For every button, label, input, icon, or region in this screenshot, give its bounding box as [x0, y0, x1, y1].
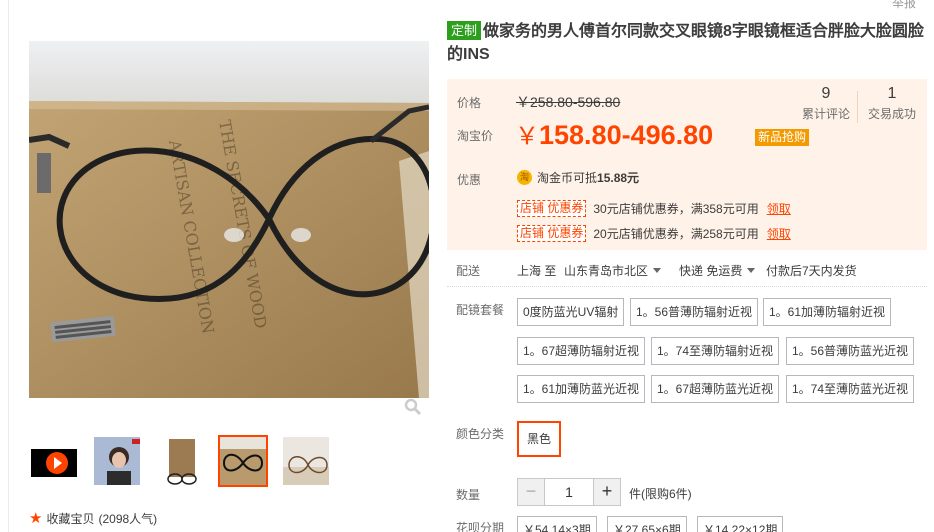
sku-option[interactable]: 0度防蓝光UV辐射 — [517, 298, 625, 326]
decrease-button[interactable]: − — [518, 479, 545, 505]
sku-option[interactable]: 1。67超薄防蓝光近视 — [651, 375, 780, 403]
sku-option[interactable]: 1。56普薄防辐射近视 — [630, 298, 759, 326]
installment-option[interactable]: ￥54.14×3期 — [517, 516, 597, 532]
package-label: 配镜套餐 — [456, 303, 505, 317]
thumbnail-4[interactable] — [218, 435, 268, 487]
sales-count-stat: 1 交易成功 — [865, 84, 919, 122]
claim-coupon-link[interactable]: 领取 — [767, 225, 791, 242]
installment-option[interactable]: ￥27.65×6期 — [607, 516, 687, 532]
color-option-selected[interactable]: 黑色 — [517, 421, 562, 457]
thumbnail-2[interactable] — [92, 435, 142, 487]
original-price: ￥258.80-596.80 — [516, 94, 621, 110]
report-link[interactable]: 举报 — [892, 0, 916, 11]
sales-count: 1 — [887, 85, 897, 102]
coupon-text: 20元店铺优惠券，满258元可用 — [593, 227, 759, 241]
main-product-image[interactable]: THE SECRETS OF WOOD ARTISAN COLLECTION — [29, 41, 429, 398]
installment-label: 花呗分期 — [456, 521, 505, 532]
coupon-text: 30元店铺优惠券，满358元可用 — [593, 202, 759, 216]
price-panel: 价格 ￥258.80-596.80 淘宝价 ￥158.80-496.80 新品抢… — [447, 79, 927, 161]
quantity-label: 数量 — [456, 488, 481, 502]
sales-count-label: 交易成功 — [867, 107, 916, 121]
quantity-limit: 件(限购6件) — [629, 487, 692, 501]
shop-coupon-tag: 店铺 优惠券 — [517, 225, 587, 242]
coin-discount: 淘 淘金币可抵15.88元 — [517, 169, 639, 186]
product-title: 定制 做家务的男人傅首尔同款交叉眼镜8字眼镜框适合胖脸大脸圆脸的INS — [447, 20, 931, 66]
thumbnail-3[interactable] — [155, 435, 205, 487]
product-title-text: 做家务的男人傅首尔同款交叉眼镜8字眼镜框适合胖脸大脸圆脸的INS — [447, 23, 924, 63]
zoom-icon[interactable] — [404, 398, 422, 416]
increase-button[interactable]: + — [593, 479, 620, 505]
color-label: 颜色分类 — [456, 427, 505, 441]
stat-divider — [857, 91, 858, 123]
star-icon: ★ — [29, 510, 43, 527]
sku-option[interactable]: 1。61加薄防辐射近视 — [763, 298, 892, 326]
review-count: 9 — [821, 85, 831, 102]
taobao-price: ￥158.80-496.80 — [515, 120, 714, 150]
shipping-label: 配送 — [456, 264, 481, 278]
chevron-down-icon — [747, 268, 756, 273]
coupon-row: 店铺 优惠券 30元店铺优惠券，满358元可用 领取 — [517, 200, 791, 217]
coupon-row: 店铺 优惠券 20元店铺优惠券，满258元可用 领取 — [517, 225, 791, 242]
sku-option[interactable]: 1。74至薄防辐射近视 — [651, 337, 780, 365]
installment-option[interactable]: ￥14.22×12期 — [697, 516, 784, 532]
quantity-stepper: − 1 + — [517, 478, 621, 506]
thumbnail-5[interactable] — [281, 435, 331, 487]
divider — [447, 286, 927, 287]
taobao-price-label: 淘宝价 — [457, 129, 494, 143]
sku-option[interactable]: 1。61加薄防蓝光近视 — [517, 375, 646, 403]
sku-option[interactable]: 1。74至薄防蓝光近视 — [786, 375, 915, 403]
review-count-stat[interactable]: 9 累计评论 — [799, 84, 853, 122]
sku-option[interactable]: 1。67超薄防辐射近视 — [517, 337, 646, 365]
quantity-input[interactable]: 1 — [545, 479, 593, 505]
custom-tag: 定制 — [447, 21, 482, 40]
delivery-promise: 付款后7天内发货 — [766, 264, 857, 278]
shop-coupon-tag: 店铺 优惠券 — [517, 200, 587, 217]
shipping-row: 配送 上海 至 山东青岛市北区 快递 免运费 付款后7天内发货 — [447, 260, 927, 280]
video-thumbnail[interactable] — [29, 435, 79, 487]
promotion-panel: 优惠 淘 淘金币可抵15.88元 店铺 优惠券 30元店铺优惠券，满358元可用… — [447, 161, 927, 250]
taobao-coin-icon: 淘 — [517, 170, 532, 185]
new-item-tag: 新品抢购 — [755, 129, 810, 146]
claim-coupon-link[interactable]: 领取 — [767, 200, 791, 217]
shipping-method-selector[interactable]: 快递 免运费 — [679, 262, 756, 279]
review-count-label: 累计评论 — [801, 107, 850, 121]
favorite-count: (2098人气) — [98, 512, 158, 526]
ship-to-selector[interactable]: 山东青岛市北区 — [564, 262, 662, 279]
chevron-down-icon — [653, 268, 662, 273]
price-label: 价格 — [457, 96, 482, 110]
favorite-text: 收藏宝贝 — [46, 512, 95, 526]
sku-option[interactable]: 1。56普薄防蓝光近视 — [786, 337, 915, 365]
ship-from: 上海 至 — [517, 264, 557, 278]
favorite-button[interactable]: ★ 收藏宝贝 (2098人气) — [29, 510, 157, 527]
promo-label: 优惠 — [457, 173, 482, 187]
left-divider — [8, 0, 9, 532]
